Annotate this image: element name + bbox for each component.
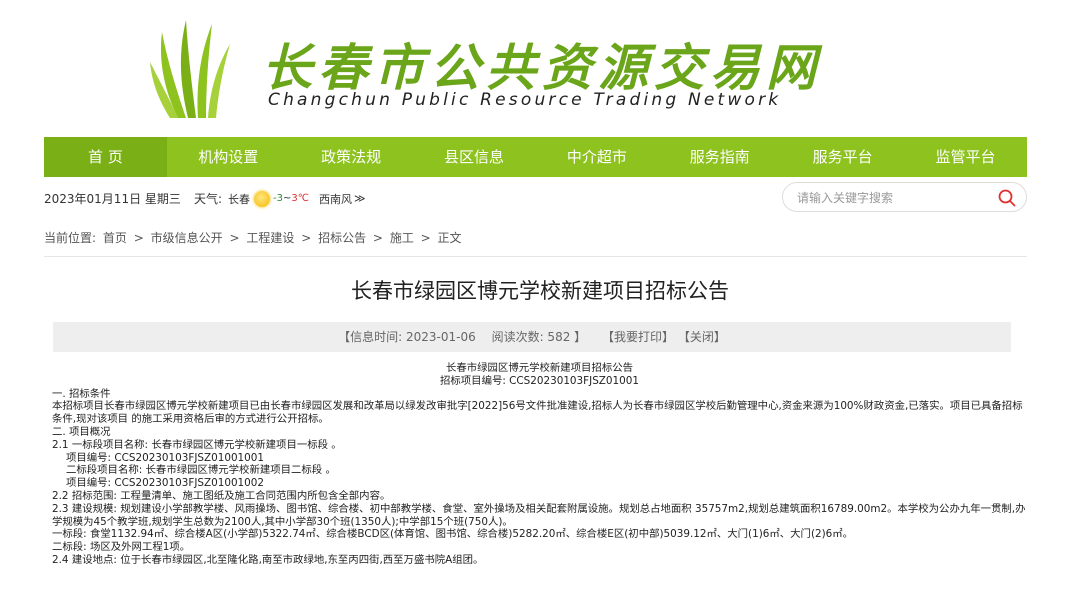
body-line: 二标段项目名称: 长春市绿园区博元学校新建项目二标段 。 [66,464,336,477]
article-title: 长春市绿园区博元学校新建项目招标公告 [351,279,729,303]
grass-logo-icon[interactable] [148,14,238,120]
section-heading: 二. 项目概况 [52,425,111,438]
body-paragraph: 本招标项目长春市绿园区博元学校新建项目已由长春市绿园区发展和改革局以绿发改审批字… [52,400,1023,426]
divider [44,256,1027,257]
nav-item-agency-market[interactable]: 中介超市 [536,137,659,177]
body-line: 项目编号: CCS20230103FJSZ01001002 [66,477,264,490]
breadcrumb-tender-notice[interactable]: 招标公告 [318,231,366,245]
wind-more-icon[interactable]: ≫ [354,192,366,205]
main-nav: 首 页 机构设置 政策法规 县区信息 中介超市 服务指南 服务平台 监管平台 [44,137,1027,177]
temp-low: -3 [273,193,284,204]
breadcrumb-separator: > [420,231,431,245]
article-body: 长春市绿园区博元学校新建项目招标公告 招标项目编号: CCS20230103FJ… [52,362,1027,567]
current-date: 2023年01月11日 星期三 [44,192,181,206]
nav-item-organization[interactable]: 机构设置 [167,137,290,177]
temp-high: 3℃ [291,193,310,204]
nav-item-home[interactable]: 首 页 [44,137,167,177]
site-logo-en: Changchun Public Resource Trading Networ… [268,90,782,110]
nav-item-service-guide[interactable]: 服务指南 [658,137,781,177]
nav-item-county-info[interactable]: 县区信息 [413,137,536,177]
article-meta-bar: 【信息时间: 2023-01-06 阅读次数: 582 】 【我要打印】 【关闭… [53,322,1011,352]
breadcrumb-prefix: 当前位置: [44,231,97,245]
breadcrumb-construction-work[interactable]: 施工 [390,231,414,245]
print-link[interactable]: 【我要打印】 [602,330,674,344]
breadcrumb-separator: > [229,231,240,245]
info-time: 【信息时间: 2023-01-06 [338,330,476,344]
breadcrumb-current: 正文 [437,231,462,245]
close-link[interactable]: 【关闭】 [678,330,726,344]
body-heading: 长春市绿园区博元学校新建项目招标公告 [445,362,634,374]
breadcrumb-separator: > [301,231,312,245]
body-project-code: 招标项目编号: CCS20230103FJSZ01001 [440,374,639,387]
body-line: 2.2 招标范围: 工程量清单、施工图纸及施工合同范围内所包含全部内容。 [52,489,391,502]
site-header: 长春市公共资源交易网 Changchun Public Resource Tra… [0,0,1080,136]
wind-direction: 西南风 [319,192,353,206]
breadcrumb-home[interactable]: 首页 [103,231,127,245]
search-icon[interactable] [998,189,1016,207]
weather-label: 天气: [194,192,223,206]
info-bar: 2023年01月11日 星期三 天气: 长春 -3 ~3℃ 西南风 ≫ [44,182,1027,212]
sun-icon [254,190,271,207]
breadcrumb-construction[interactable]: 工程建设 [246,231,294,245]
body-line: 一标段: 食堂1132.94㎡、综合楼A区(小学部)5322.74㎡、综合楼BC… [52,528,854,541]
nav-item-service-platform[interactable]: 服务平台 [781,137,904,177]
nav-item-supervision-platform[interactable]: 监管平台 [904,137,1027,177]
nav-item-policies[interactable]: 政策法规 [290,137,413,177]
read-count: 阅读次数: 582 】 [491,330,587,344]
search-box [782,182,1027,212]
body-line: 2.4 建设地点: 位于长春市绿园区,北至隆化路,南至市政绿地,东至丙四街,西至… [52,553,484,566]
weather-city: 长春 [228,192,251,206]
breadcrumb-city-info[interactable]: 市级信息公开 [151,231,223,245]
temp-separator: ~ [283,193,292,204]
breadcrumb-separator: > [372,231,383,245]
search-input[interactable] [797,189,987,207]
body-paragraph: 2.3 建设规模: 规划建设小学部教学楼、风雨操场、图书馆、综合楼、初中部教学楼… [52,502,1026,528]
breadcrumb-separator: > [133,231,144,245]
section-heading: 一. 招标条件 [52,387,111,400]
body-line: 2.1 一标段项目名称: 长春市绿园区博元学校新建项目一标段 。 [52,438,342,451]
weather-widget: 天气: 长春 -3 ~3℃ 西南风 ≫ [194,190,366,207]
body-line: 项目编号: CCS20230103FJSZ01001001 [66,451,264,464]
breadcrumb: 当前位置: 首页 > 市级信息公开 > 工程建设 > 招标公告 > 施工 > 正… [44,229,465,246]
body-line: 二标段: 场区及外网工程1项。 [52,541,191,554]
